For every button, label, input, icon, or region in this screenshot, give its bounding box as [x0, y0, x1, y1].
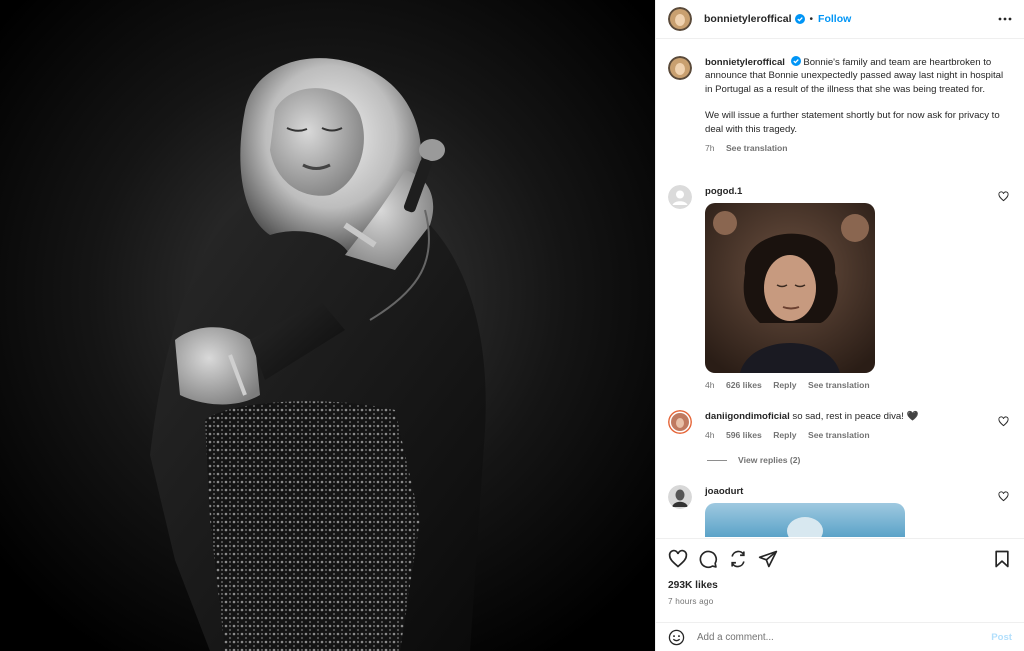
add-comment-bar: Post	[656, 622, 1024, 651]
heart-icon[interactable]	[998, 191, 1009, 202]
follow-button[interactable]: Follow	[818, 13, 851, 25]
verified-icon	[790, 56, 801, 66]
caption-text: bonnietyleroffical Bonnie's family and t…	[705, 56, 1005, 136]
send-button[interactable]	[758, 549, 778, 569]
send-icon	[758, 550, 778, 568]
comment-text: so sad, rest in peace diva! 🖤	[792, 411, 919, 422]
view-replies-label: View replies (2)	[738, 455, 801, 465]
post-photo[interactable]	[0, 0, 655, 651]
comment-username[interactable]: pogod.1	[705, 186, 742, 197]
comment-gif[interactable]	[705, 203, 875, 373]
caption-time: 7h	[705, 143, 715, 154]
action-icons	[668, 548, 1012, 570]
view-replies-button[interactable]: View replies (2)	[707, 455, 800, 465]
save-button[interactable]	[992, 549, 1012, 569]
like-button[interactable]	[668, 549, 688, 569]
heart-icon[interactable]	[998, 491, 1009, 502]
caption-paragraph-2: We will issue a further statement shortl…	[705, 110, 1000, 135]
bookmark-icon	[995, 550, 1009, 568]
post-button[interactable]: Post	[991, 632, 1012, 643]
see-translation-button[interactable]: See translation	[808, 380, 870, 390]
share-button[interactable]	[728, 549, 748, 569]
comment-time: 4h	[705, 430, 715, 440]
likes-count[interactable]: 293K likes	[668, 580, 718, 591]
heart-icon[interactable]	[998, 416, 1009, 427]
verified-icon	[794, 14, 805, 24]
reply-button[interactable]: Reply	[773, 380, 796, 390]
more-options-icon[interactable]	[998, 12, 1012, 26]
share-icon	[731, 550, 745, 568]
comment-username[interactable]: daniigondimoficial	[705, 411, 790, 422]
comment-username[interactable]: joaodurt	[705, 486, 743, 497]
see-translation-button[interactable]: See translation	[808, 430, 870, 440]
see-translation-button[interactable]: See translation	[726, 143, 788, 153]
emoji-icon[interactable]	[668, 629, 685, 646]
post-header: bonnietyleroffical • Follow	[656, 0, 1024, 39]
separator-dot: •	[809, 13, 814, 25]
comment-icon	[699, 550, 718, 569]
replies-line	[707, 459, 727, 461]
post-actions: 293K likes 7 hours ago Post	[656, 538, 1024, 650]
commenter-avatar[interactable]	[668, 410, 692, 434]
reply-button[interactable]: Reply	[773, 430, 796, 440]
post-time[interactable]: 7 hours ago	[668, 597, 713, 606]
comment-button[interactable]	[698, 549, 718, 569]
comment-item: joaodurt	[668, 485, 1013, 537]
comment-item: pogod.1 4h 626 likes Reply See translati…	[668, 185, 1013, 392]
author-avatar[interactable]	[668, 7, 692, 31]
comment-time: 4h	[705, 380, 715, 390]
concert-photo	[0, 0, 655, 651]
comment-likes[interactable]: 626 likes	[726, 380, 762, 390]
post-side-panel: bonnietyleroffical • Follow bonnietylero…	[655, 0, 1024, 651]
commenter-avatar[interactable]	[668, 185, 692, 209]
comment-likes[interactable]: 596 likes	[726, 430, 762, 440]
comments-list[interactable]: bonnietyleroffical Bonnie's family and t…	[656, 40, 1024, 537]
author-username[interactable]: bonnietyleroffical	[704, 13, 792, 25]
heart-icon	[668, 549, 688, 568]
comment-input[interactable]	[697, 631, 992, 643]
post-caption: bonnietyleroffical Bonnie's family and t…	[668, 56, 1013, 155]
comment-item: daniigondimoficial so sad, rest in peace…	[668, 410, 1013, 442]
caption-username[interactable]: bonnietyleroffical	[705, 57, 785, 68]
caption-avatar[interactable]	[668, 56, 692, 80]
commenter-avatar[interactable]	[668, 485, 692, 509]
comment-image[interactable]	[705, 503, 905, 537]
